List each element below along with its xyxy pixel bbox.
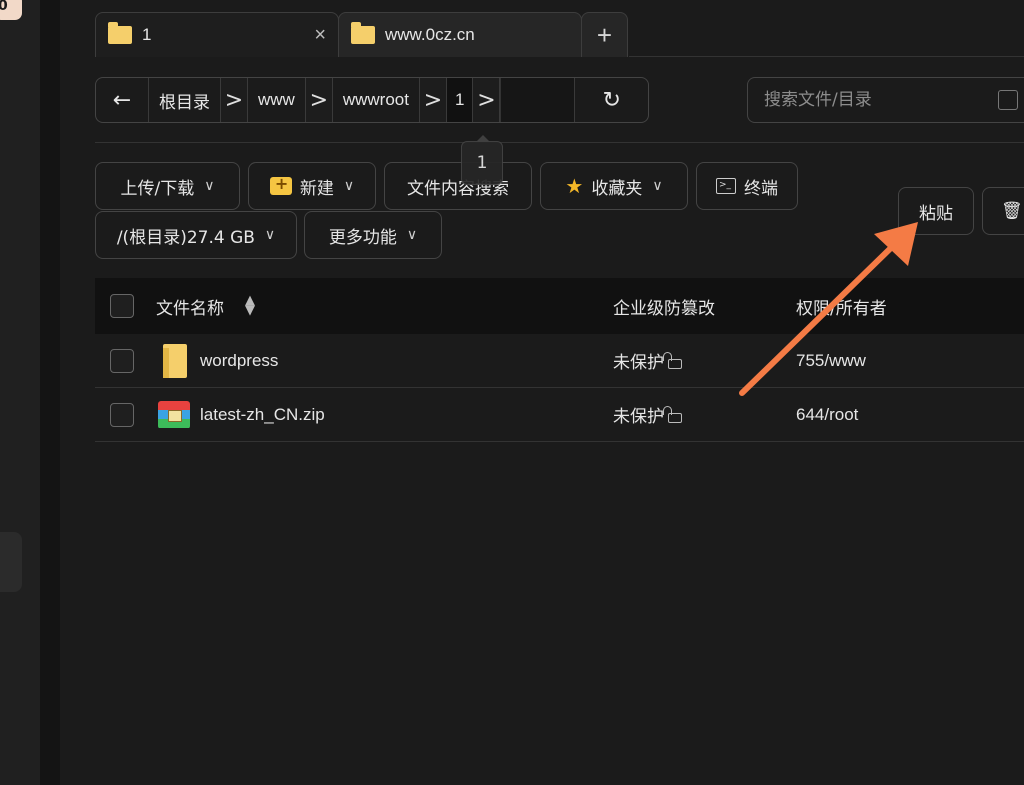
sidebar-badge: 0: [0, 0, 22, 20]
tab-divider: [629, 56, 1024, 57]
unlock-icon: [663, 351, 682, 369]
row-checkbox[interactable]: [110, 402, 134, 427]
add-tab-button[interactable]: +: [581, 12, 628, 57]
tab-1[interactable]: 1 ×: [95, 12, 339, 57]
chevron-right-icon[interactable]: >: [418, 78, 447, 122]
more-label: 更多功能: [328, 227, 397, 248]
chevron-down-icon: ∨: [204, 178, 215, 194]
new-folder-icon: [269, 174, 292, 195]
permission-owner[interactable]: 755/www: [796, 351, 866, 371]
file-table-header: 文件名称 ▲ ▼ 企业级防篡改 权限/所有者: [95, 278, 1024, 334]
refresh-icon[interactable]: ↻: [574, 78, 648, 122]
header-permission[interactable]: 权限/所有者: [796, 294, 887, 319]
row-checkbox[interactable]: [110, 348, 134, 373]
zip-archive-icon: [158, 400, 190, 429]
search-box: [747, 77, 1024, 123]
sidebar-pill[interactable]: [0, 532, 22, 592]
folder-icon: [163, 343, 187, 378]
breadcrumb-item-www[interactable]: www: [248, 78, 305, 122]
chevron-down-icon: ∨: [343, 178, 355, 194]
tab-www-0cz-cn[interactable]: www.0cz.cn: [338, 12, 582, 57]
breadcrumb-item-wwwroot[interactable]: wwwroot: [333, 78, 419, 122]
terminal-icon: >_: [716, 178, 736, 194]
paste-button[interactable]: 粘贴: [898, 187, 974, 235]
tab-bar: 1 × www.0cz.cn +: [95, 12, 628, 57]
breadcrumb-item-1[interactable]: 1: [446, 78, 473, 122]
path-tooltip: 1: [461, 135, 503, 185]
back-arrow-icon[interactable]: ←: [96, 78, 149, 122]
permission-owner[interactable]: 644/root: [796, 405, 858, 425]
sort-icon[interactable]: ▲ ▼: [245, 294, 255, 317]
disk-label: /(根目录)27.4 GB: [116, 227, 255, 248]
upload-download-label: 上传/下载: [120, 178, 195, 199]
protect-label: 未保护: [613, 407, 664, 426]
file-name[interactable]: latest-zh_CN.zip: [200, 405, 325, 425]
chevron-right-icon[interactable]: >: [472, 78, 501, 122]
search-option-checkbox[interactable]: [998, 90, 1018, 110]
search-input[interactable]: [764, 90, 984, 110]
table-row[interactable]: latest-zh_CN.zip 未保护 644/root: [95, 388, 1024, 442]
close-icon[interactable]: ×: [314, 24, 326, 47]
protect-status[interactable]: 未保护: [613, 402, 682, 427]
terminal-label: 终端: [744, 178, 778, 199]
more-functions-button[interactable]: 更多功能 ∨: [304, 211, 442, 259]
terminal-button[interactable]: >_ 终端: [696, 162, 798, 210]
sidebar-gap: [40, 0, 60, 785]
select-all-checkbox[interactable]: [110, 294, 134, 318]
header-filename[interactable]: 文件名称: [156, 294, 224, 319]
left-sidebar-strip: 0: [0, 0, 40, 785]
folder-icon: [351, 22, 375, 44]
path-input-area[interactable]: [500, 78, 575, 122]
table-row[interactable]: wordpress 未保护 755/www: [95, 334, 1024, 388]
protect-label: 未保护: [613, 353, 664, 372]
content-search-button[interactable]: 文件内容搜索: [384, 162, 532, 210]
header-tamper-protect: 企业级防篡改: [613, 298, 715, 319]
section-divider: [95, 142, 1024, 143]
favorites-button[interactable]: ★ 收藏夹 ∨: [540, 162, 688, 210]
unlock-icon: [663, 405, 682, 423]
chevron-right-icon[interactable]: >: [304, 78, 333, 122]
disk-selector-button[interactable]: /(根目录)27.4 GB ∨: [95, 211, 297, 259]
delete-button[interactable]: 🗑: [982, 187, 1024, 235]
folder-icon: [108, 22, 132, 44]
chevron-right-icon[interactable]: >: [220, 78, 248, 122]
star-icon: ★: [565, 174, 584, 198]
new-button[interactable]: 新建 ∨: [248, 162, 376, 210]
tab-label: 1: [142, 25, 152, 44]
breadcrumb: ← 根目录 > www > wwwroot > 1 > ↻: [95, 77, 649, 123]
chevron-down-icon: ∨: [652, 178, 663, 194]
paste-label: 粘贴: [919, 203, 953, 224]
favorites-label: 收藏夹: [591, 178, 643, 199]
file-name[interactable]: wordpress: [200, 351, 278, 371]
upload-download-button[interactable]: 上传/下载 ∨: [95, 162, 240, 210]
trash-icon: 🗑: [1001, 201, 1023, 221]
new-label: 新建: [299, 178, 334, 199]
tab-label: www.0cz.cn: [385, 25, 475, 44]
protect-status[interactable]: 未保护: [613, 348, 682, 373]
chevron-down-icon: ∨: [264, 227, 276, 243]
breadcrumb-item-root[interactable]: 根目录: [149, 78, 220, 122]
chevron-down-icon: ∨: [406, 227, 418, 243]
